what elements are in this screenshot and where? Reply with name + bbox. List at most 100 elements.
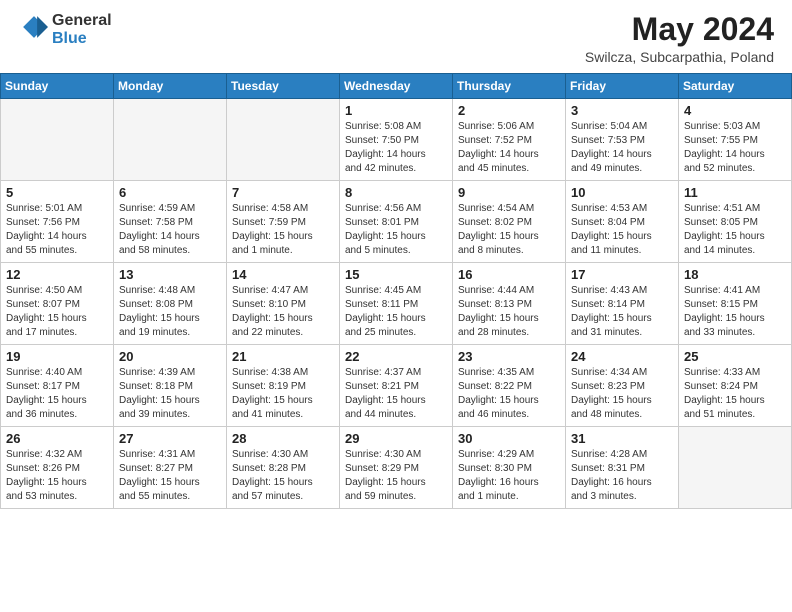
day-number: 18 xyxy=(684,267,786,282)
cell-info: Sunrise: 4:58 AMSunset: 7:59 PMDaylight:… xyxy=(232,202,334,258)
calendar-cell: 22 Sunrise: 4:37 AMSunset: 8:21 PMDayligh… xyxy=(340,345,453,427)
cell-info: Sunrise: 4:30 AMSunset: 8:28 PMDaylight:… xyxy=(232,448,334,504)
calendar-cell: 2 Sunrise: 5:06 AMSunset: 7:52 PMDaylight… xyxy=(453,99,566,181)
weekday-header-friday: Friday xyxy=(566,74,679,99)
day-number: 27 xyxy=(119,431,221,446)
day-number: 14 xyxy=(232,267,334,282)
calendar-cell: 1 Sunrise: 5:08 AMSunset: 7:50 PMDaylight… xyxy=(340,99,453,181)
logo-icon xyxy=(20,13,48,41)
calendar-cell: 4Sunrise: 5:03 AMSunset: 7:55 PMDaylight… xyxy=(679,99,792,181)
calendar-cell: 16Sunrise: 4:44 AMSunset: 8:13 PMDayligh… xyxy=(453,263,566,345)
calendar-cell xyxy=(227,99,340,181)
day-number: 10 xyxy=(571,185,673,200)
calendar-cell: 24 Sunrise: 4:34 AMSunset: 8:23 PMDayligh… xyxy=(566,345,679,427)
day-number: 17 xyxy=(571,267,673,282)
calendar-cell: 13Sunrise: 4:48 AMSunset: 8:08 PMDayligh… xyxy=(114,263,227,345)
location-title: Swilcza, Subcarpathia, Poland xyxy=(585,49,774,65)
day-number: 31 xyxy=(571,431,673,446)
calendar-cell: 9 Sunrise: 4:54 AMSunset: 8:02 PMDaylight… xyxy=(453,181,566,263)
calendar-week-row: 1 Sunrise: 5:08 AMSunset: 7:50 PMDaylight… xyxy=(1,99,792,181)
weekday-header-sunday: Sunday xyxy=(1,74,114,99)
weekday-header-saturday: Saturday xyxy=(679,74,792,99)
calendar-cell: 14 Sunrise: 4:47 AMSunset: 8:10 PMDayligh… xyxy=(227,263,340,345)
day-number: 21 xyxy=(232,349,334,364)
cell-info: Sunrise: 4:32 AMSunset: 8:26 PMDaylight:… xyxy=(6,448,108,504)
calendar-cell: 10 Sunrise: 4:53 AMSunset: 8:04 PMDayligh… xyxy=(566,181,679,263)
day-number: 13 xyxy=(119,267,221,282)
weekday-header-tuesday: Tuesday xyxy=(227,74,340,99)
weekday-header-thursday: Thursday xyxy=(453,74,566,99)
day-number: 3 xyxy=(571,103,673,118)
calendar-week-row: 26 Sunrise: 4:32 AMSunset: 8:26 PMDayligh… xyxy=(1,427,792,509)
day-number: 29 xyxy=(345,431,447,446)
page-header: General Blue May 2024 Swilcza, Subcarpat… xyxy=(0,0,792,73)
day-number: 5 xyxy=(6,185,108,200)
cell-info: Sunrise: 5:04 AMSunset: 7:53 PMDaylight:… xyxy=(571,120,673,176)
cell-info: Sunrise: 4:45 AMSunset: 8:11 PMDaylight:… xyxy=(345,284,447,340)
cell-info: Sunrise: 4:35 AMSunset: 8:22 PMDaylight:… xyxy=(458,366,560,422)
day-number: 26 xyxy=(6,431,108,446)
day-number: 15 xyxy=(345,267,447,282)
calendar-cell xyxy=(1,99,114,181)
cell-info: Sunrise: 4:47 AMSunset: 8:10 PMDaylight:… xyxy=(232,284,334,340)
cell-info: Sunrise: 4:34 AMSunset: 8:23 PMDaylight:… xyxy=(571,366,673,422)
cell-info: Sunrise: 4:43 AMSunset: 8:14 PMDaylight:… xyxy=(571,284,673,340)
day-number: 30 xyxy=(458,431,560,446)
cell-info: Sunrise: 4:31 AMSunset: 8:27 PMDaylight:… xyxy=(119,448,221,504)
cell-info: Sunrise: 4:40 AMSunset: 8:17 PMDaylight:… xyxy=(6,366,108,422)
day-number: 11 xyxy=(684,185,786,200)
calendar-week-row: 19 Sunrise: 4:40 AMSunset: 8:17 PMDayligh… xyxy=(1,345,792,427)
day-number: 20 xyxy=(119,349,221,364)
cell-info: Sunrise: 4:51 AMSunset: 8:05 PMDaylight:… xyxy=(684,202,786,258)
day-number: 24 xyxy=(571,349,673,364)
calendar-week-row: 5 Sunrise: 5:01 AMSunset: 7:56 PMDaylight… xyxy=(1,181,792,263)
weekday-header-wednesday: Wednesday xyxy=(340,74,453,99)
calendar-cell: 8Sunrise: 4:56 AMSunset: 8:01 PMDaylight… xyxy=(340,181,453,263)
day-number: 2 xyxy=(458,103,560,118)
day-number: 8 xyxy=(345,185,447,200)
logo-blue-text: Blue xyxy=(52,30,87,47)
cell-info: Sunrise: 4:41 AMSunset: 8:15 PMDaylight:… xyxy=(684,284,786,340)
calendar-cell: 25 Sunrise: 4:33 AMSunset: 8:24 PMDayligh… xyxy=(679,345,792,427)
calendar-cell: 30 Sunrise: 4:29 AMSunset: 8:30 PMDayligh… xyxy=(453,427,566,509)
cell-info: Sunrise: 4:53 AMSunset: 8:04 PMDaylight:… xyxy=(571,202,673,258)
cell-info: Sunrise: 4:38 AMSunset: 8:19 PMDaylight:… xyxy=(232,366,334,422)
cell-info: Sunrise: 4:29 AMSunset: 8:30 PMDaylight:… xyxy=(458,448,560,504)
day-number: 9 xyxy=(458,185,560,200)
title-block: May 2024 Swilcza, Subcarpathia, Poland xyxy=(585,12,774,65)
cell-info: Sunrise: 5:01 AMSunset: 7:56 PMDaylight:… xyxy=(6,202,108,258)
weekday-header-monday: Monday xyxy=(114,74,227,99)
weekday-header-row: SundayMondayTuesdayWednesdayThursdayFrid… xyxy=(1,74,792,99)
calendar-cell: 21 Sunrise: 4:38 AMSunset: 8:19 PMDayligh… xyxy=(227,345,340,427)
calendar-week-row: 12 Sunrise: 4:50 AMSunset: 8:07 PMDayligh… xyxy=(1,263,792,345)
calendar-cell: 7Sunrise: 4:58 AMSunset: 7:59 PMDaylight… xyxy=(227,181,340,263)
day-number: 1 xyxy=(345,103,447,118)
calendar-cell: 5 Sunrise: 5:01 AMSunset: 7:56 PMDaylight… xyxy=(1,181,114,263)
calendar-cell: 17 Sunrise: 4:43 AMSunset: 8:14 PMDayligh… xyxy=(566,263,679,345)
calendar-cell xyxy=(679,427,792,509)
day-number: 19 xyxy=(6,349,108,364)
cell-info: Sunrise: 4:28 AMSunset: 8:31 PMDaylight:… xyxy=(571,448,673,504)
day-number: 16 xyxy=(458,267,560,282)
day-number: 25 xyxy=(684,349,786,364)
calendar-cell: 12 Sunrise: 4:50 AMSunset: 8:07 PMDayligh… xyxy=(1,263,114,345)
day-number: 4 xyxy=(684,103,786,118)
calendar-cell: 6Sunrise: 4:59 AMSunset: 7:58 PMDaylight… xyxy=(114,181,227,263)
calendar-cell xyxy=(114,99,227,181)
calendar-cell: 29Sunrise: 4:30 AMSunset: 8:29 PMDayligh… xyxy=(340,427,453,509)
cell-info: Sunrise: 4:59 AMSunset: 7:58 PMDaylight:… xyxy=(119,202,221,258)
cell-info: Sunrise: 4:50 AMSunset: 8:07 PMDaylight:… xyxy=(6,284,108,340)
day-number: 12 xyxy=(6,267,108,282)
calendar-cell: 3 Sunrise: 5:04 AMSunset: 7:53 PMDaylight… xyxy=(566,99,679,181)
calendar-cell: 20Sunrise: 4:39 AMSunset: 8:18 PMDayligh… xyxy=(114,345,227,427)
cell-info: Sunrise: 4:33 AMSunset: 8:24 PMDaylight:… xyxy=(684,366,786,422)
cell-info: Sunrise: 5:08 AMSunset: 7:50 PMDaylight:… xyxy=(345,120,447,176)
day-number: 22 xyxy=(345,349,447,364)
month-title: May 2024 xyxy=(585,12,774,47)
calendar-cell: 11 Sunrise: 4:51 AMSunset: 8:05 PMDayligh… xyxy=(679,181,792,263)
cell-info: Sunrise: 4:37 AMSunset: 8:21 PMDaylight:… xyxy=(345,366,447,422)
calendar-table: SundayMondayTuesdayWednesdayThursdayFrid… xyxy=(0,73,792,509)
cell-info: Sunrise: 4:54 AMSunset: 8:02 PMDaylight:… xyxy=(458,202,560,258)
day-number: 23 xyxy=(458,349,560,364)
cell-info: Sunrise: 5:06 AMSunset: 7:52 PMDaylight:… xyxy=(458,120,560,176)
